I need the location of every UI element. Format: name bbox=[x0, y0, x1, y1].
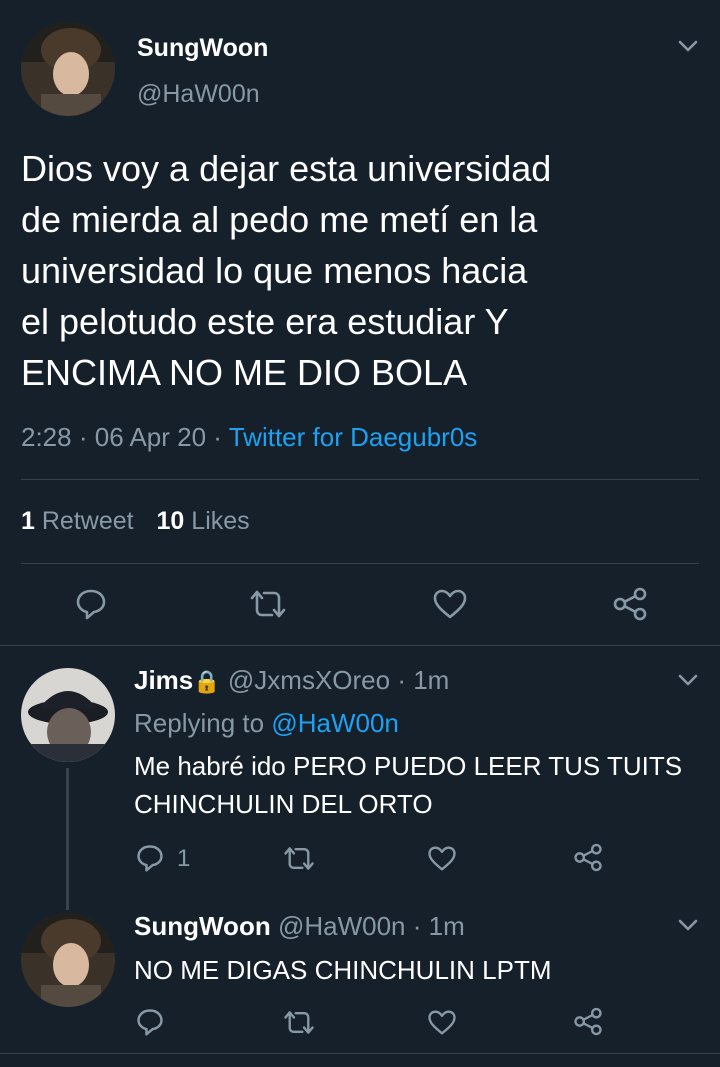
avatar[interactable] bbox=[21, 913, 115, 1007]
retweet-icon[interactable] bbox=[248, 588, 288, 620]
like-label: Likes bbox=[191, 507, 250, 535]
reply-time: · 1m bbox=[412, 911, 465, 941]
meta-separator: · bbox=[213, 422, 222, 452]
tweet-stats: 1 Retweet 10 Likes bbox=[21, 507, 250, 536]
share-icon[interactable] bbox=[573, 843, 603, 872]
meta-separator: · bbox=[78, 422, 88, 452]
divider bbox=[0, 645, 720, 646]
reply-text: NO ME DIGAS CHINCHULIN LPTM bbox=[134, 951, 552, 989]
like-icon[interactable] bbox=[427, 1009, 457, 1036]
reply-text-line: Me habré ido PERO PUEDO LEER TUS TUITS bbox=[134, 751, 683, 781]
lock-icon: 🔒 bbox=[193, 669, 221, 694]
chevron-down-icon[interactable] bbox=[676, 670, 700, 690]
reply-icon[interactable] bbox=[74, 587, 108, 621]
reply-count: 1 bbox=[177, 845, 191, 872]
like-icon[interactable] bbox=[432, 588, 468, 620]
reply-time: · 1m bbox=[397, 665, 450, 695]
tweet-date: 06 Apr 20 bbox=[94, 422, 207, 452]
reply-header: SungWoon @HaW00n · 1m bbox=[134, 911, 465, 942]
divider bbox=[21, 563, 699, 564]
tweet-text-line: el pelotudo este era estudiar Y bbox=[21, 301, 509, 342]
thread-line bbox=[66, 768, 69, 910]
chevron-down-icon[interactable] bbox=[676, 915, 700, 935]
replying-to-handle[interactable]: @HaW00n bbox=[271, 708, 399, 738]
reply-icon[interactable] bbox=[135, 843, 165, 873]
tweet-time: 2:28 bbox=[21, 422, 72, 452]
divider bbox=[0, 1053, 720, 1054]
retweet-icon[interactable] bbox=[282, 845, 316, 872]
divider bbox=[21, 479, 699, 480]
tweet-source-link[interactable]: Twitter for Daegubr0s bbox=[229, 422, 478, 452]
tweet-text-line: ENCIMA NO ME DIO BOLA bbox=[21, 352, 468, 393]
chevron-down-icon[interactable] bbox=[676, 36, 700, 56]
reply-header: Jims🔒 @JxmsXOreo · 1m bbox=[134, 665, 449, 696]
retweet-icon[interactable] bbox=[282, 1009, 316, 1036]
like-count: 10 bbox=[156, 507, 185, 535]
reply-text-line: NO ME DIGAS CHINCHULIN LPTM bbox=[134, 955, 552, 985]
like-stat[interactable]: 10 Likes bbox=[157, 507, 250, 535]
display-name[interactable]: Jims bbox=[134, 665, 193, 695]
share-icon[interactable] bbox=[612, 587, 648, 621]
handle[interactable]: @JxmsXOreo bbox=[228, 665, 390, 695]
tweet-text-line: Dios voy a dejar esta universidad bbox=[21, 148, 552, 189]
reply-text: Me habré ido PERO PUEDO LEER TUS TUITS C… bbox=[134, 747, 682, 823]
tweet-text: Dios voy a dejar esta universidad de mie… bbox=[21, 143, 701, 398]
tweet-text-line: universidad lo que menos hacia bbox=[21, 250, 528, 291]
avatar[interactable] bbox=[21, 668, 115, 762]
reply-text-line: CHINCHULIN DEL ORTO bbox=[134, 789, 433, 819]
share-icon[interactable] bbox=[573, 1007, 603, 1036]
tweet-text-line: de mierda al pedo me metí en la bbox=[21, 199, 538, 240]
tweet-meta: 2:28 · 06 Apr 20 · Twitter for Daegubr0s bbox=[21, 422, 477, 453]
avatar[interactable] bbox=[21, 22, 115, 116]
retweet-stat[interactable]: 1 Retweet bbox=[21, 507, 141, 535]
retweet-count: 1 bbox=[21, 507, 35, 535]
reply-icon[interactable] bbox=[135, 1007, 165, 1037]
replying-to: Replying to @HaW00n bbox=[134, 708, 399, 739]
replying-to-label: Replying to bbox=[134, 708, 265, 738]
retweet-label: Retweet bbox=[41, 507, 134, 535]
like-icon[interactable] bbox=[427, 845, 457, 872]
handle[interactable]: @HaW00n bbox=[278, 911, 406, 941]
display-name[interactable]: SungWoon bbox=[134, 911, 271, 941]
display-name[interactable]: SungWoon bbox=[137, 34, 268, 63]
handle[interactable]: @HaW00n bbox=[137, 80, 260, 109]
